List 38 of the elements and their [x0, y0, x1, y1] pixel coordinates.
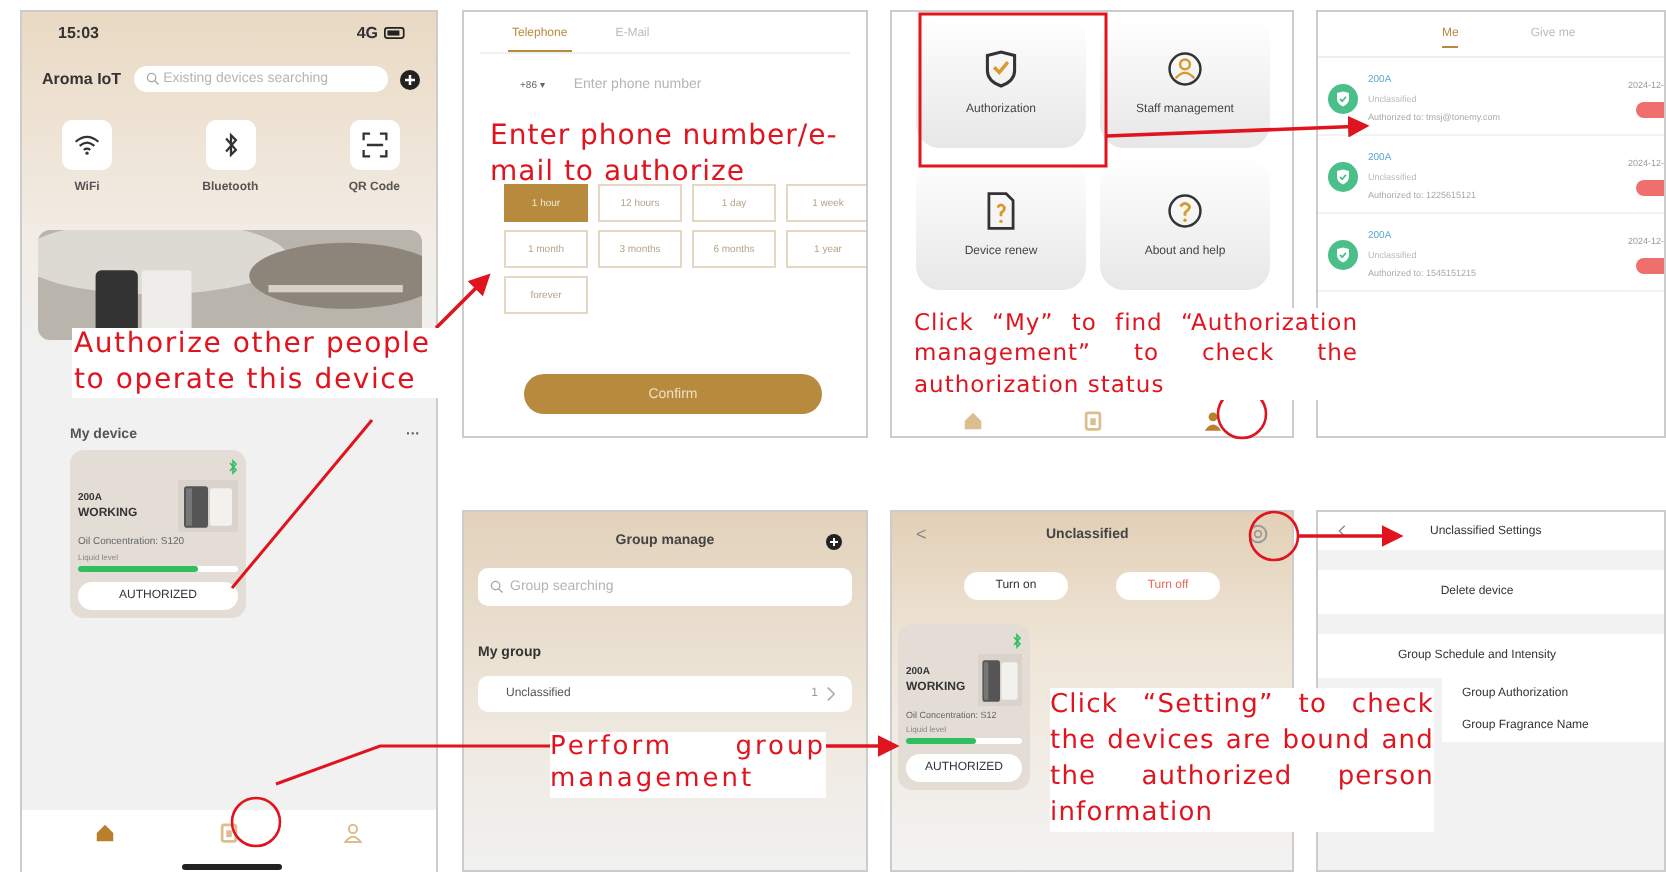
qr-code-button[interactable]: [349, 120, 400, 170]
highlight-circle: [1248, 510, 1300, 562]
annotation-text: Click “My” to find “Authorization management” to check the authorization status: [914, 308, 1358, 400]
bluetooth-icon: [1012, 632, 1022, 650]
scan-frame-icon: [361, 132, 388, 158]
arrow: [820, 735, 900, 757]
document-stack-icon[interactable]: [217, 822, 240, 844]
shield-check-icon: [1328, 239, 1358, 269]
network-label: 4G: [356, 24, 378, 42]
wifi-button[interactable]: [62, 120, 112, 170]
status-time: 15:03: [58, 24, 99, 42]
shield-check-icon: [1328, 83, 1358, 113]
wifi-icon: [74, 132, 100, 158]
app-title: Aroma IoT: [42, 70, 122, 88]
document-question-icon: [984, 191, 1018, 229]
highlight-circle: [230, 796, 282, 848]
bluetooth-button[interactable]: [205, 120, 256, 170]
battery-icon: [384, 26, 408, 40]
help-icon: [1168, 191, 1202, 229]
shield-check-icon: [984, 49, 1018, 87]
arrow: [434, 273, 491, 330]
home-icon[interactable]: [93, 822, 116, 844]
user-icon[interactable]: [1201, 410, 1223, 432]
chevron-icon: [826, 686, 836, 702]
add-icon[interactable]: [826, 533, 842, 549]
back-icon[interactable]: [1338, 524, 1346, 538]
home-indicator: [182, 864, 282, 870]
arrow: [1298, 525, 1404, 547]
annotation-text: Enter phone number/e-mail to authorize: [490, 120, 840, 190]
bluetooth-icon: [228, 458, 238, 476]
shield-check-icon: [1328, 161, 1358, 191]
settings-icon[interactable]: [1247, 524, 1268, 544]
person-icon: [1168, 49, 1202, 87]
annotation-text: Click “Setting” to check the devices are bound and the authorized person information: [1050, 688, 1434, 832]
annotation-text: Perform group management: [550, 732, 826, 797]
search-icon: [490, 580, 504, 594]
search-icon: [145, 72, 160, 86]
add-icon[interactable]: [400, 69, 420, 89]
